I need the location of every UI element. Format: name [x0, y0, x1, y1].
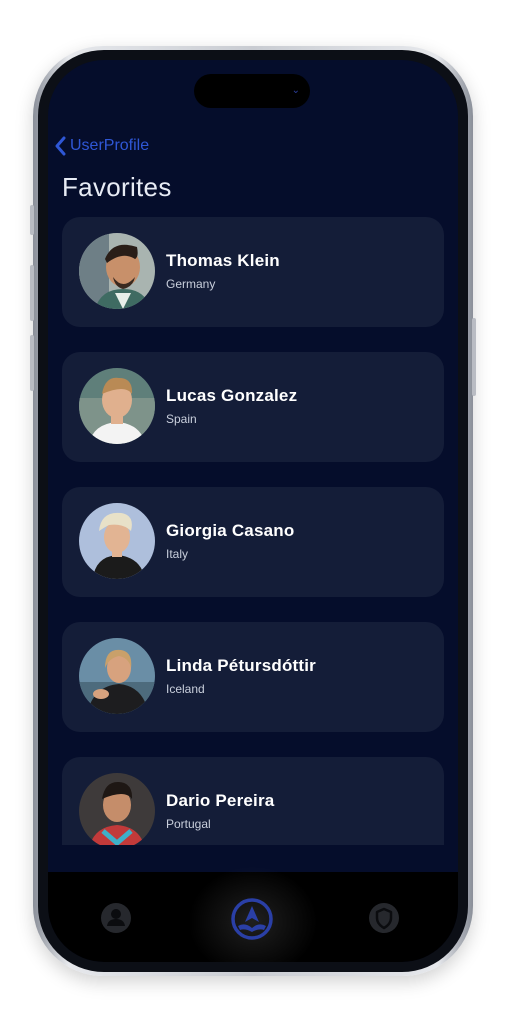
- player-name: Giorgia Casano: [166, 521, 295, 540]
- player-country: Portugal: [166, 817, 211, 831]
- favorite-card[interactable]: Thomas Klein Germany: [62, 217, 444, 327]
- chevron-down-icon: ⌄: [291, 85, 300, 96]
- player-name: Thomas Klein: [166, 251, 280, 270]
- tab-profile[interactable]: [100, 902, 132, 939]
- tab-security[interactable]: [368, 902, 400, 939]
- tab-favorites[interactable]: [231, 898, 273, 945]
- back-button-label: UserProfile: [70, 137, 150, 154]
- player-name: Linda Pétursdóttir: [166, 656, 316, 675]
- volume-down-button: [30, 335, 34, 391]
- person-icon: [101, 903, 131, 933]
- avatar: [79, 773, 155, 845]
- player-country: Italy: [166, 547, 189, 561]
- avatar: [79, 503, 155, 579]
- soccer-ball-icon: [231, 898, 273, 940]
- player-country: Spain: [166, 412, 197, 426]
- volume-up-button: [30, 265, 34, 321]
- power-button: [472, 318, 476, 396]
- favorite-card[interactable]: Dario Pereira Portugal: [62, 757, 444, 845]
- page-title: Favorites: [62, 172, 172, 202]
- player-name: Lucas Gonzalez: [166, 386, 298, 405]
- action-button: [30, 205, 34, 235]
- tab-bar: [48, 862, 458, 962]
- player-name: Dario Pereira: [166, 791, 275, 810]
- avatar: [79, 233, 155, 309]
- avatar: [79, 638, 155, 714]
- back-button[interactable]: UserProfile: [54, 136, 149, 156]
- player-country: Germany: [166, 277, 216, 291]
- favorite-card[interactable]: Lucas Gonzalez Spain: [62, 352, 444, 462]
- player-country: Iceland: [166, 682, 205, 696]
- avatar: [79, 368, 155, 444]
- favorites-list[interactable]: Thomas Klein Germany Lucas Gonzalez Spai…: [62, 217, 444, 845]
- favorite-card[interactable]: Linda Pétursdóttir Iceland: [62, 622, 444, 732]
- chevron-left-icon: [55, 136, 66, 156]
- dynamic-island: ⌄: [194, 74, 310, 108]
- favorite-card[interactable]: Giorgia Casano Italy: [62, 487, 444, 597]
- shield-icon: [369, 903, 399, 933]
- app-screen: ⌄ UserProfile Favorites Thomas Klein Ger…: [48, 60, 458, 962]
